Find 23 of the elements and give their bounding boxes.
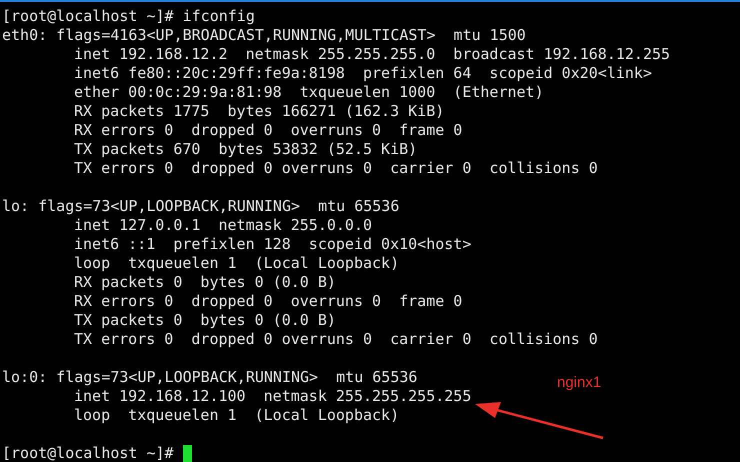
- output-line: TX errors 0 dropped 0 overruns 0 carrier 0 collisions 0: [73, 330, 598, 349]
- output-line: inet 127.0.0.1 netmask 255.0.0.0: [73, 216, 372, 235]
- interface-header: lo:0: flags=73<UP,LOOPBACK,RUNNING> mtu 65536: [2, 368, 418, 387]
- output-line: inet 192.168.12.2 netmask 255.255.255.0 broadcast 192.168.12.255: [73, 45, 670, 64]
- interface-header: lo: flags=73<UP,LOOPBACK,RUNNING> mtu 65536: [2, 197, 400, 216]
- output-line: inet6 fe80::20c:29ff:fe9a:8198 prefixlen 64 scopeid 0x20<link>: [73, 64, 652, 83]
- interface-header: eth0: flags=4163<UP,BROADCAST,RUNNING,MULTICAST> mtu 1500: [2, 26, 526, 45]
- shell-prompt: [root@localhost ~]#: [2, 444, 174, 462]
- output-line: loop txqueuelen 1 (Local Loopback): [73, 406, 400, 425]
- output-line: RX packets 0 bytes 0 (0.0 B): [73, 273, 336, 292]
- output-line: TX errors 0 dropped 0 overruns 0 carrier 0 collisions 0: [73, 159, 598, 178]
- output-line: RX errors 0 dropped 0 overruns 0 frame 0: [73, 121, 462, 140]
- output-line: loop txqueuelen 1 (Local Loopback): [73, 254, 400, 273]
- output-line: TX packets 0 bytes 0 (0.0 B): [73, 311, 336, 330]
- command-line: [root@localhost ~]# ifconfig: [2, 7, 255, 26]
- output-line: inet 192.168.12.100 netmask 255.255.255.255: [73, 387, 472, 406]
- output-line: TX packets 670 bytes 53832 (52.5 KiB): [73, 140, 418, 159]
- output-line: inet6 ::1 prefixlen 128 scopeid 0x10<host>: [73, 235, 472, 254]
- text-cursor: [182, 445, 192, 462]
- output-line: ether 00:0c:29:9a:81:98 txqueuelen 1000 (Ethernet): [73, 83, 544, 102]
- output-line: RX errors 0 dropped 0 overruns 0 frame 0: [73, 292, 462, 311]
- output-line: RX packets 1775 bytes 166271 (162.3 KiB): [73, 102, 444, 121]
- annotation-label: nginx1: [557, 374, 602, 392]
